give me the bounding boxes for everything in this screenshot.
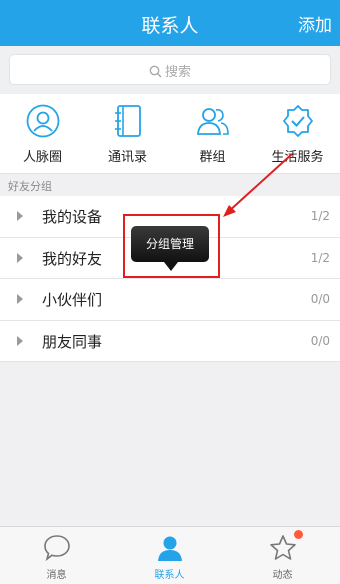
tab-bar: 消息 联系人 动态 bbox=[0, 526, 340, 584]
annotation-arrow bbox=[223, 153, 293, 217]
tab-label: 动态 bbox=[272, 570, 293, 581]
contact-person-icon bbox=[157, 536, 182, 561]
tab-label: 消息 bbox=[46, 570, 67, 581]
notification-dot bbox=[294, 530, 303, 539]
tab-messages[interactable]: 消息 bbox=[0, 533, 113, 581]
chat-bubble-icon bbox=[43, 535, 70, 562]
tab-moments[interactable]: 动态 bbox=[226, 533, 339, 581]
star-icon bbox=[269, 535, 296, 560]
tab-label: 联系人 bbox=[154, 570, 185, 581]
tab-contacts[interactable]: 联系人 bbox=[113, 533, 226, 581]
